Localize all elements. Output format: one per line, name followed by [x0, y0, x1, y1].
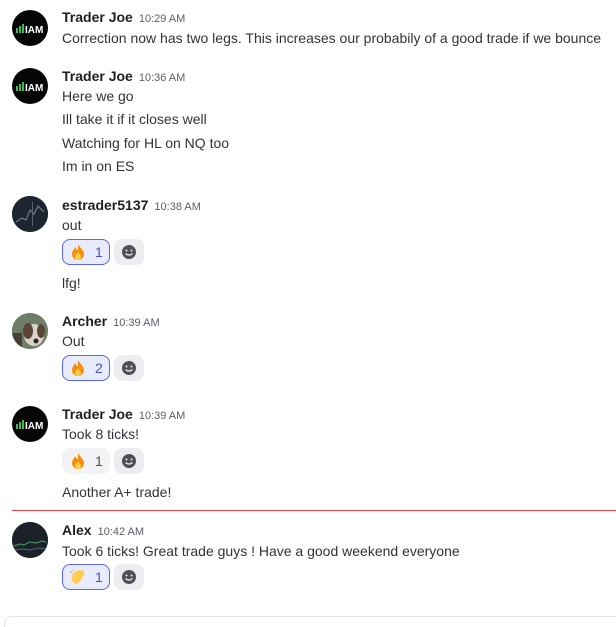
message-text: Took 8 ticks! [62, 426, 140, 442]
svg-text:IAM: IAM [25, 25, 43, 36]
add-reaction-button[interactable] [113, 355, 144, 381]
reaction-fire[interactable]: 2 [62, 355, 110, 381]
add-reaction-button[interactable] [113, 239, 144, 265]
message-text: Watching for HL on NQ too [62, 135, 230, 151]
svg-text:IAM: IAM [25, 421, 43, 432]
message-composer[interactable] [4, 616, 616, 627]
smiley-icon [121, 245, 136, 259]
author-name[interactable]: Trader Joe 10:36 AM [62, 68, 185, 84]
reaction-count: 2 [95, 360, 103, 376]
fire-emoji-icon [69, 359, 87, 377]
avatar[interactable] [12, 522, 48, 558]
fire-emoji-icon [69, 452, 87, 470]
dog-photo-avatar-icon [12, 313, 48, 349]
message-text: Out [62, 333, 85, 349]
iam-logo-icon: IAM [16, 420, 43, 432]
timestamp: 10:42 AM [97, 526, 145, 538]
message-text: Another A+ trade! [62, 484, 172, 500]
smiley-icon [121, 454, 136, 468]
avatar[interactable]: IAM [12, 406, 48, 442]
iam-logo-icon: IAM [16, 82, 43, 94]
reaction-count: 1 [95, 569, 103, 585]
reactions-row: 2 [62, 355, 144, 383]
message-text: lfg! [62, 275, 81, 291]
author-name[interactable]: Trader Joe 10:39 AM [62, 406, 185, 422]
message-text: Took 6 ticks! Great trade guys ! Have a … [62, 543, 460, 559]
avatar[interactable]: IAM [12, 68, 48, 104]
reactions-row: 1 [62, 239, 144, 267]
reaction-fire[interactable]: 1 [62, 448, 110, 474]
fire-emoji-icon [69, 243, 87, 261]
reactions-row: 1 [62, 448, 144, 476]
chart-avatar-icon [12, 522, 48, 558]
timestamp: 10:36 AM [138, 72, 186, 84]
new-messages-divider [12, 510, 616, 511]
reaction-count: 1 [95, 244, 103, 260]
reaction-count: 1 [95, 453, 103, 469]
message-text: Im in on ES [62, 158, 135, 174]
message-text: Ill take it if it closes well [62, 111, 207, 127]
author-name[interactable]: Alex 10:42 AM [62, 522, 144, 538]
author-name[interactable]: Archer 10:39 AM [62, 313, 160, 329]
reactions-row: 1 [62, 564, 144, 592]
message-text: Here we go [62, 88, 134, 104]
chart-avatar-icon [12, 196, 48, 232]
message-text: Correction now has two legs. This increa… [62, 30, 602, 46]
smiley-icon [121, 361, 136, 375]
author-name[interactable]: estrader5137 10:38 AM [62, 197, 201, 213]
avatar[interactable] [12, 196, 48, 232]
reaction-fire[interactable]: 1 [62, 239, 110, 265]
svg-text:IAM: IAM [25, 83, 43, 94]
timestamp: 10:38 AM [154, 201, 201, 213]
iam-logo-icon: IAM [16, 24, 43, 36]
reaction-clap[interactable]: 1 [62, 564, 110, 590]
avatar[interactable] [12, 313, 48, 349]
timestamp: 10:39 AM [113, 317, 160, 329]
message-text: out [62, 217, 82, 233]
clap-emoji-icon [69, 568, 87, 586]
author-name[interactable]: Trader Joe 10:29 AM [62, 9, 185, 25]
smiley-icon [121, 570, 136, 584]
timestamp: 10:39 AM [138, 410, 186, 422]
avatar[interactable]: IAM [12, 10, 48, 46]
add-reaction-button[interactable] [113, 564, 144, 590]
add-reaction-button[interactable] [113, 448, 144, 474]
timestamp: 10:29 AM [138, 13, 186, 25]
